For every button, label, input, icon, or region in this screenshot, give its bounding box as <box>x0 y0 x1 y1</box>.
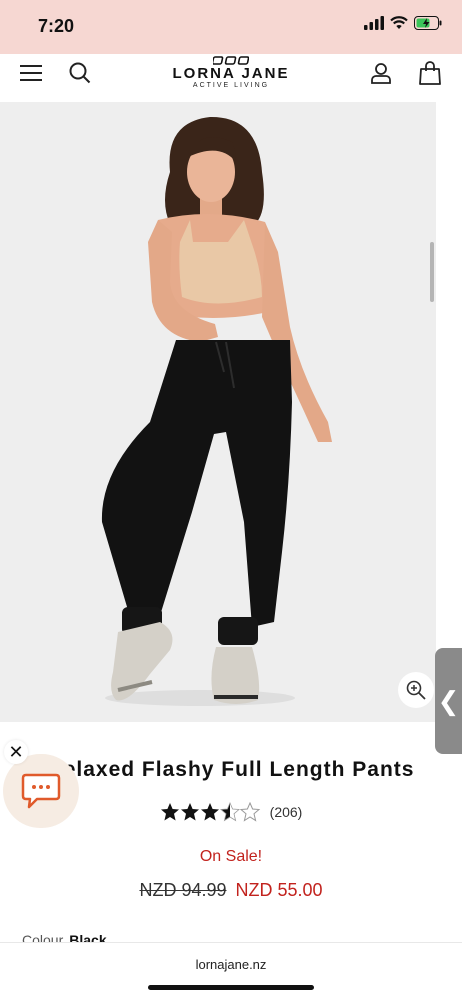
home-indicator[interactable] <box>148 985 314 990</box>
account-icon <box>371 63 391 84</box>
chat-launcher-button[interactable] <box>3 754 79 828</box>
close-icon: ✕ <box>8 741 24 762</box>
battery-icon <box>414 16 442 30</box>
sale-price: NZD 55.00 <box>235 880 323 900</box>
zoom-button[interactable] <box>398 672 434 708</box>
side-panel-tab[interactable]: ❮ <box>435 648 462 754</box>
review-count[interactable]: (206) <box>270 804 303 820</box>
rating-stars-icon <box>160 802 260 821</box>
chevron-left-icon: ❮ <box>437 685 460 716</box>
chat-icon <box>21 773 61 809</box>
status-time: 7:20 <box>38 16 75 36</box>
zoom-in-icon <box>406 680 426 700</box>
price-block: NZD 94.99 NZD 55.00 <box>0 880 462 901</box>
sale-label: On Sale! <box>199 848 263 865</box>
logo-mark-icon <box>213 56 249 65</box>
account-button[interactable] <box>366 58 396 88</box>
image-scrollbar[interactable] <box>430 242 434 302</box>
browser-address-bar[interactable]: lornajane.nz <box>0 942 462 1000</box>
url-text[interactable]: lornajane.nz <box>0 957 462 972</box>
product-image[interactable] <box>0 102 436 722</box>
model-illustration <box>0 102 436 722</box>
close-chat-button[interactable]: ✕ <box>4 740 28 764</box>
signal-icon <box>364 16 384 30</box>
original-price: NZD 94.99 <box>139 880 227 900</box>
site-header: LORNA JANE ACTIVE LIVING <box>0 54 462 102</box>
status-bar: 7:20 <box>0 0 462 54</box>
bag-button[interactable] <box>415 58 445 88</box>
bag-icon <box>419 61 441 85</box>
wifi-icon <box>390 16 408 29</box>
status-icons <box>364 16 442 30</box>
